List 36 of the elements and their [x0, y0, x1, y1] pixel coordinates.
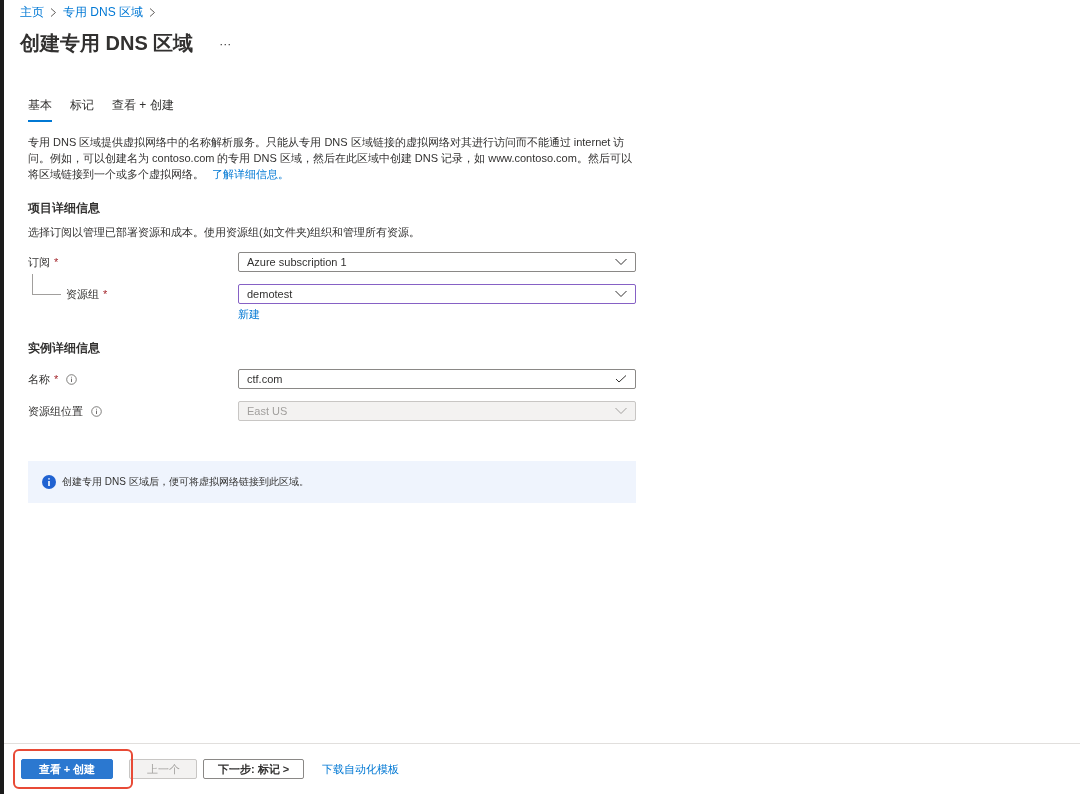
field-label: 资源组: [66, 286, 99, 302]
chevron-down-icon: [615, 258, 627, 266]
chevron-icon: [50, 7, 57, 17]
dropdown[interactable]: demotest: [238, 284, 636, 304]
breadcrumb-link[interactable]: 专用 DNS 区域: [63, 3, 143, 21]
section-heading: 项目详细信息: [28, 200, 101, 217]
more-button[interactable]: ···: [219, 36, 232, 51]
create-new-link[interactable]: 新建: [238, 307, 260, 322]
tab[interactable]: 查看 + 创建: [112, 93, 174, 122]
notice-text: 创建专用 DNS 区域后，便可将虚拟网络链接到此区域。: [62, 475, 309, 489]
next-button[interactable]: 下一步: 标记 >: [203, 759, 305, 779]
tree-connector: [32, 274, 61, 295]
check-icon: [615, 375, 627, 383]
learn-more-link[interactable]: 了解详细信息。: [212, 168, 289, 180]
chevron-icon: [149, 7, 156, 17]
dropdown[interactable]: Azure subscription 1: [238, 252, 636, 272]
required-mark: *: [54, 373, 59, 385]
section-heading: 实例详细信息: [28, 340, 101, 357]
breadcrumb-link[interactable]: 主页: [20, 3, 44, 21]
download-template-link[interactable]: 下载自动化模板: [318, 759, 404, 779]
field-label: 名称: [28, 371, 50, 387]
required-mark: *: [54, 256, 59, 268]
text-field[interactable]: ctf.com: [238, 369, 636, 389]
chevron-down-icon: [615, 290, 627, 298]
tab[interactable]: 标记: [70, 93, 94, 122]
chevron-down-icon: [615, 407, 627, 415]
page-title: 创建专用 DNS 区域: [20, 31, 194, 56]
description-text: 专用 DNS 区域提供虚拟网络中的名称解析服务。只能从专用 DNS 区域链接的虚拟网络对其进行访问而不能通过 internet 访问。例如，可以创建名为 contoso.com 的专用 DNS 区域，然后在此区域中创建 DNS 记录，如 www.contoso.com。然后可以将区域链接到一个或多个虚拟网络。 了解详细信息。: [28, 135, 633, 182]
info-icon[interactable]: [66, 373, 78, 385]
field-label: 订阅: [28, 254, 50, 270]
tab[interactable]: 基本: [28, 93, 52, 122]
review-create-button[interactable]: 查看 + 创建: [21, 759, 113, 780]
section-text: 选择订阅以管理已部署资源和成本。使用资源组(如文件夹)组织和管理所有资源。: [28, 225, 422, 240]
required-mark: *: [103, 288, 108, 300]
field-label: 资源组位置: [28, 403, 83, 419]
info-icon: [42, 475, 56, 489]
